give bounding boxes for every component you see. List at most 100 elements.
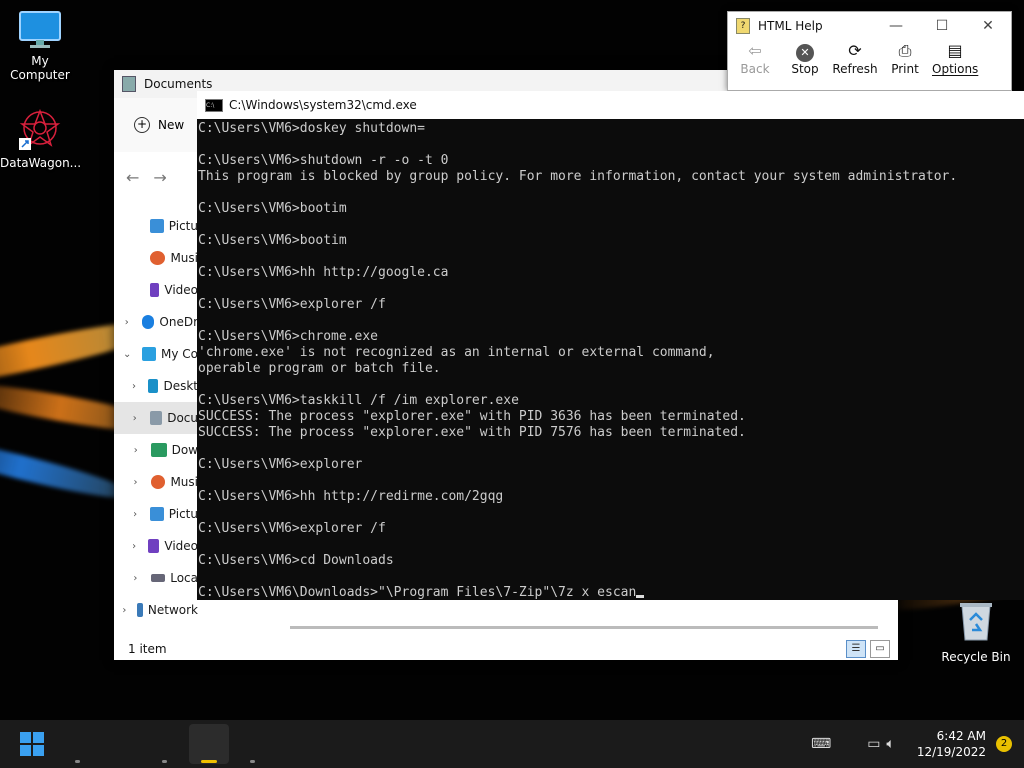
console-line: 'chrome.exe' is not recognized as an int… bbox=[198, 345, 715, 360]
datawagon-shortcut-icon bbox=[19, 108, 61, 150]
keyboard-icon[interactable]: ⌨ bbox=[811, 736, 831, 752]
videos-icon bbox=[148, 539, 160, 553]
chevron-down-icon[interactable]: ⌄ bbox=[122, 349, 132, 360]
cmd-title-bar[interactable]: C:\ C:\Windows\system32\cmd.exe bbox=[197, 91, 1024, 119]
stop-button-label: Stop bbox=[791, 62, 819, 76]
chevron-right-icon[interactable]: › bbox=[130, 477, 141, 488]
chevron-right-icon[interactable]: › bbox=[130, 445, 141, 456]
sidebar-item-onedrive[interactable]: › OneDr bbox=[114, 306, 198, 338]
text-cursor bbox=[636, 595, 645, 598]
sidebar-item-network[interactable]: › Network bbox=[114, 594, 198, 626]
start-button[interactable] bbox=[20, 732, 44, 756]
command-prompt-window[interactable]: C:\ C:\Windows\system32\cmd.exe C:\Users… bbox=[197, 91, 1024, 600]
desktop-folder-icon bbox=[147, 379, 159, 393]
sidebar-item-videos[interactable]: Video bbox=[114, 274, 198, 306]
clock[interactable]: 6:42 AM 12/19/2022 bbox=[917, 728, 986, 760]
help-title: HTML Help bbox=[758, 19, 823, 33]
music-icon bbox=[150, 475, 166, 489]
window-controls: — ☐ ✕ bbox=[873, 12, 1011, 40]
chevron-right-icon[interactable]: › bbox=[122, 317, 132, 328]
sidebar-item-label: OneDr bbox=[159, 315, 198, 329]
sidebar-item-local-disk[interactable]: › Loca bbox=[114, 562, 198, 594]
console-line: SUCCESS: The process "explorer.exe" with… bbox=[198, 425, 746, 440]
sidebar-item-label: Dow bbox=[171, 443, 198, 457]
sidebar-item-downloads[interactable]: › Dow bbox=[114, 434, 198, 466]
sidebar-item-music[interactable]: › Musi bbox=[114, 466, 198, 498]
sidebar-item-desktop[interactable]: › Deskt bbox=[114, 370, 198, 402]
back-button[interactable]: ⇦ Back bbox=[732, 40, 778, 76]
sidebar-item-label: Video bbox=[164, 283, 198, 297]
system-tray: ⌨ ▭ 🔈︎ 6:42 AM 12/19/2022 2 bbox=[811, 720, 1024, 768]
help-toolbar: ⇦ Back ✕ Stop ⟳ Refresh ⎙ Print ▤ Option… bbox=[728, 40, 1011, 76]
horizontal-scrollbar[interactable] bbox=[290, 626, 878, 629]
taskbar-app-indicator[interactable] bbox=[75, 760, 80, 763]
desktop-icon-label: Recycle Bin bbox=[941, 650, 1011, 664]
back-arrow-icon: ⇦ bbox=[748, 41, 762, 60]
music-icon bbox=[150, 251, 166, 265]
taskbar: ⌨ ▭ 🔈︎ 6:42 AM 12/19/2022 2 bbox=[0, 720, 1024, 768]
new-button-label: New bbox=[158, 118, 185, 132]
sidebar-item-music[interactable]: Musi bbox=[114, 242, 198, 274]
back-arrow-icon[interactable]: ← bbox=[126, 168, 139, 187]
network-icon bbox=[136, 603, 143, 617]
forward-arrow-icon[interactable]: → bbox=[153, 168, 166, 187]
chevron-right-icon[interactable]: › bbox=[130, 541, 138, 552]
local-disk-icon bbox=[150, 574, 166, 582]
chevron-right-icon[interactable]: › bbox=[130, 573, 141, 584]
maximize-button[interactable]: ☐ bbox=[919, 12, 965, 40]
details-view-icon[interactable]: ☰ bbox=[846, 640, 866, 658]
back-button-label: Back bbox=[740, 62, 770, 76]
options-button[interactable]: ▤ Options bbox=[932, 40, 978, 76]
clock-time: 6:42 AM bbox=[936, 729, 986, 743]
close-button[interactable]: ✕ bbox=[965, 12, 1011, 40]
sidebar-item-label: Musi bbox=[170, 475, 198, 489]
desktop-icon-label: My Computer bbox=[10, 54, 70, 82]
console-line: C:\Users\VM6>bootim bbox=[198, 233, 347, 248]
sidebar-item-my-computer[interactable]: ⌄ My Co bbox=[114, 338, 198, 370]
desktop-icon-my-computer[interactable]: My Computer bbox=[0, 10, 80, 82]
chevron-right-icon[interactable]: › bbox=[130, 381, 138, 392]
print-button[interactable]: ⎙ Print bbox=[882, 40, 928, 76]
options-button-label: Options bbox=[932, 62, 979, 76]
refresh-button[interactable]: ⟳ Refresh bbox=[832, 40, 878, 76]
volume-icon[interactable]: 🔈︎ bbox=[886, 736, 894, 752]
desktop-icon-datawagon[interactable]: DataWagon... bbox=[0, 108, 81, 170]
sidebar-item-label: Deskt bbox=[163, 379, 198, 393]
chevron-right-icon[interactable]: › bbox=[130, 413, 140, 424]
sidebar-item-label: Video bbox=[164, 539, 198, 553]
html-help-window[interactable]: ? HTML Help — ☐ ✕ ⇦ Back ✕ Stop ⟳ Refres… bbox=[727, 11, 1012, 91]
explorer-sidebar: Pictu Musi Video › OneDr ⌄ My Co › Deskt… bbox=[114, 210, 198, 626]
sidebar-item-pictures[interactable]: › Pictu bbox=[114, 498, 198, 530]
sidebar-item-label: Network bbox=[147, 603, 198, 617]
tiles-view-icon[interactable]: ▭ bbox=[870, 640, 890, 658]
sidebar-item-videos[interactable]: › Video bbox=[114, 530, 198, 562]
print-button-label: Print bbox=[891, 62, 919, 76]
taskbar-app-indicator[interactable] bbox=[162, 760, 167, 763]
chevron-right-icon[interactable]: › bbox=[130, 509, 140, 520]
sidebar-item-documents[interactable]: › Docu bbox=[114, 402, 198, 434]
plus-circle-icon: + bbox=[134, 117, 150, 133]
console-line: C:\Users\VM6\Downloads>"\Program Files\7… bbox=[198, 585, 1024, 601]
taskbar-app-indicator[interactable] bbox=[250, 760, 255, 763]
notification-badge[interactable]: 2 bbox=[996, 736, 1012, 752]
minimize-button[interactable]: — bbox=[873, 12, 919, 40]
new-button[interactable]: + New bbox=[134, 117, 184, 133]
stop-icon: ✕ bbox=[782, 40, 828, 62]
refresh-button-label: Refresh bbox=[832, 62, 878, 76]
sidebar-item-pictures[interactable]: Pictu bbox=[114, 210, 198, 242]
refresh-icon: ⟳ bbox=[848, 41, 862, 60]
explorer-title: Documents bbox=[144, 77, 213, 91]
console-output[interactable]: C:\Users\VM6>doskey shutdown= C:\Users\VM… bbox=[197, 119, 1024, 601]
desktop-icon-recycle-bin[interactable]: Recycle Bin bbox=[938, 600, 1014, 664]
stop-button[interactable]: ✕ Stop bbox=[782, 40, 828, 76]
taskbar-app-cmd[interactable] bbox=[189, 724, 229, 764]
help-title-bar[interactable]: ? HTML Help — ☐ ✕ bbox=[728, 12, 1011, 40]
network-status-icon[interactable]: ▭ bbox=[867, 736, 880, 752]
chevron-right-icon[interactable]: › bbox=[122, 605, 127, 616]
